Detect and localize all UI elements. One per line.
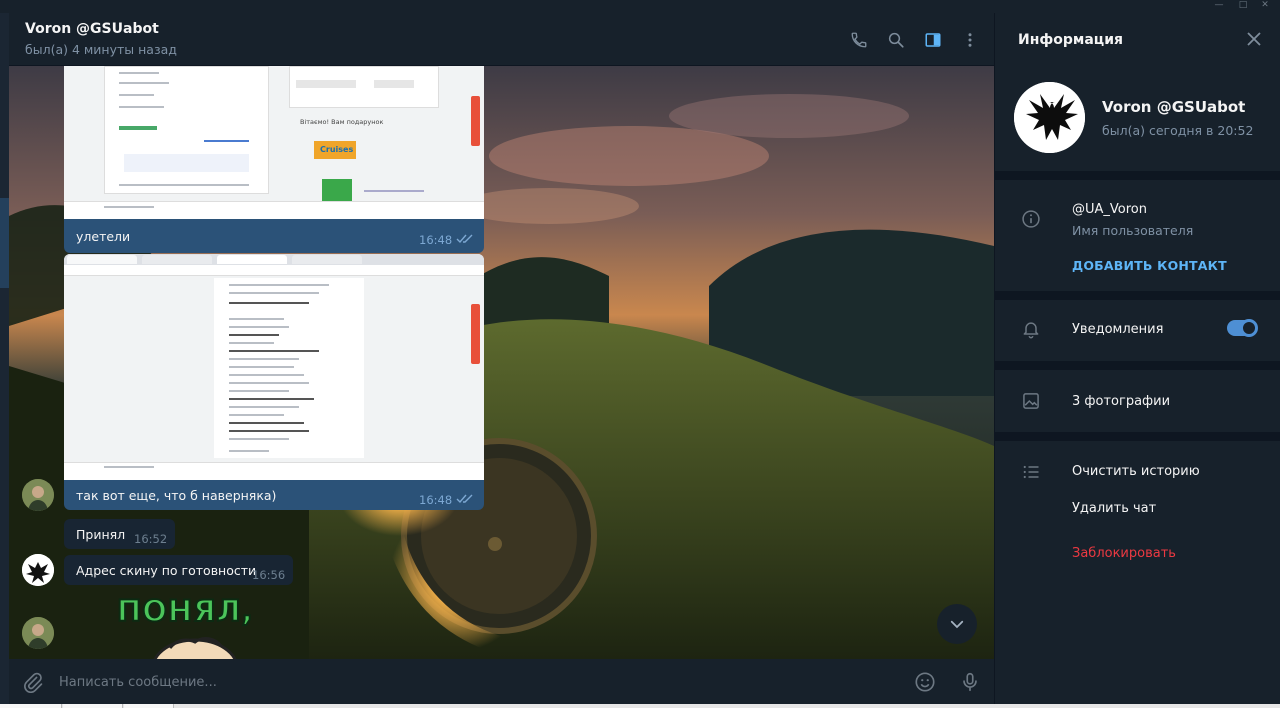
username-label: Имя пользователя: [1072, 223, 1194, 238]
chat-status: был(а) 4 минуты назад: [25, 42, 177, 57]
notifications-label: Уведомления: [1072, 322, 1164, 337]
message-time: 16:48: [419, 493, 453, 507]
message-text: Принял: [76, 527, 126, 542]
message-composer: [9, 659, 994, 704]
message-time: 16:52: [134, 532, 168, 546]
close-icon[interactable]: [1243, 28, 1265, 50]
message-input[interactable]: [59, 669, 899, 695]
message-time: 16:48: [419, 233, 453, 247]
microphone-icon[interactable]: [957, 669, 983, 695]
sticker-text: ПОНЯЛ,: [116, 593, 254, 629]
os-taskbar: [0, 704, 1280, 708]
clear-history-button[interactable]: Очистить историю: [1072, 464, 1200, 479]
username-value[interactable]: @UA_Voron: [1072, 202, 1147, 217]
chevron-down-icon: [950, 620, 964, 629]
chat-list-collapsed: [0, 13, 9, 708]
add-contact-button[interactable]: ДОБАВИТЬ КОНТАКТ: [1072, 258, 1227, 273]
phone-icon[interactable]: [848, 29, 870, 51]
search-icon[interactable]: [885, 29, 907, 51]
message-caption: улетели: [76, 229, 131, 244]
section-divider: [995, 432, 1280, 441]
notifications-toggle[interactable]: [1227, 319, 1258, 337]
message-bubble-in[interactable]: Адрес скину по готовности 16:56: [64, 555, 293, 585]
maximize-icon[interactable]: □: [1236, 0, 1250, 10]
photo-icon: [1020, 390, 1042, 412]
double-check-icon: [456, 494, 473, 504]
user-avatar[interactable]: [22, 479, 54, 511]
emoji-icon[interactable]: [912, 669, 938, 695]
window-titlebar: — □ ✕: [0, 0, 1280, 13]
shared-photos-link[interactable]: 3 фотографии: [1072, 394, 1170, 409]
message-time: 16:56: [252, 568, 286, 582]
profile-avatar[interactable]: [1014, 82, 1085, 153]
info-title: Информация: [1018, 32, 1123, 48]
photo-screenshot-payment[interactable]: [64, 254, 484, 480]
profile-name: Voron @GSUabot: [1102, 98, 1246, 116]
contact-avatar[interactable]: [22, 554, 54, 586]
section-divider: [995, 361, 1280, 370]
screenshot-partner-logo: Cruises: [320, 145, 354, 154]
photo-screenshot-receipt[interactable]: Вітаємо! Вам подарунок Cruises: [64, 66, 484, 219]
chat-title[interactable]: Voron @GSUabot: [25, 21, 159, 37]
message-bubble-out[interactable]: улетели 16:48: [64, 219, 484, 253]
screenshot-gift-heading: Вітаємо! Вам подарунок: [300, 118, 384, 126]
scroll-down-button[interactable]: [937, 604, 977, 644]
message-caption: так вот еще, что б наверняка): [76, 488, 277, 503]
message-text: Адрес скину по готовности: [76, 563, 257, 578]
section-divider: [995, 291, 1280, 300]
minimize-icon[interactable]: —: [1212, 0, 1226, 10]
section-divider: [995, 171, 1280, 180]
message-bubble-out[interactable]: так вот еще, что б наверняка) 16:48: [64, 480, 484, 510]
message-bubble-in[interactable]: Принял 16:52: [64, 519, 175, 549]
block-user-button[interactable]: Заблокировать: [1072, 546, 1176, 561]
double-check-icon: [456, 234, 473, 244]
more-vertical-icon[interactable]: [959, 29, 981, 51]
info-panel: Информация Voron @GSUabot был(а) сегодня…: [994, 13, 1280, 704]
profile-status: был(а) сегодня в 20:52: [1102, 123, 1254, 138]
telegram-window: — □ ✕ Voron @GSUabot был(а) 4 минуты наз…: [0, 0, 1280, 708]
sidebar-toggle-icon[interactable]: [922, 29, 944, 51]
user-avatar[interactable]: [22, 617, 54, 649]
info-icon: [1020, 208, 1042, 230]
sticker-message[interactable]: ПОНЯЛ,: [116, 593, 277, 659]
message-history[interactable]: Вітаємо! Вам подарунок Cruises улетели 1…: [9, 66, 994, 659]
delete-chat-button[interactable]: Удалить чат: [1072, 501, 1156, 516]
chat-header: Voron @GSUabot был(а) 4 минуты назад: [9, 13, 994, 66]
paperclip-icon[interactable]: [19, 669, 45, 695]
close-window-icon[interactable]: ✕: [1258, 0, 1272, 10]
list-icon: [1020, 461, 1042, 483]
bell-icon: [1020, 318, 1042, 340]
